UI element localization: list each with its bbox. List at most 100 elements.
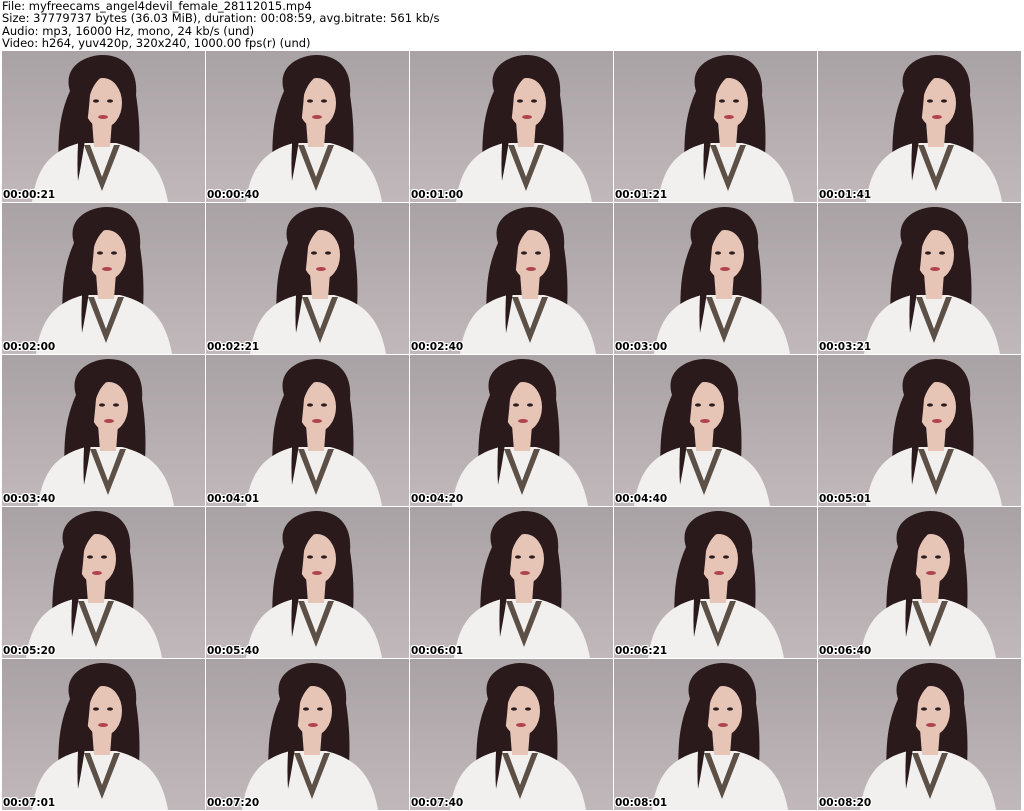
timestamp-label: 00:00:21 — [3, 189, 56, 201]
eye-shape — [107, 707, 113, 711]
lips-shape — [724, 115, 734, 119]
video-info-line: Video: h264, yuv420p, 320x240, 1000.00 f… — [2, 36, 311, 51]
timestamp-label: 00:06:01 — [411, 645, 464, 657]
lips-shape — [926, 723, 936, 727]
thumbnail[interactable]: 00:03:40 — [2, 355, 205, 506]
person-figure — [452, 359, 588, 506]
timestamp-label: 00:04:01 — [207, 493, 260, 505]
person-figure — [26, 511, 162, 658]
eye-shape — [695, 403, 701, 407]
lips-shape — [526, 267, 536, 271]
timestamp-label: 00:01:41 — [819, 189, 872, 201]
eye-shape — [87, 555, 93, 559]
thumbnail[interactable]: 00:01:21 — [614, 51, 817, 202]
lips-shape — [518, 419, 528, 423]
lips-shape — [718, 723, 728, 727]
thumbnail[interactable]: 00:01:41 — [818, 51, 1021, 202]
eye-shape — [941, 99, 947, 103]
thumbnail[interactable]: 00:04:20 — [410, 355, 613, 506]
thumbnail[interactable]: 00:03:00 — [614, 203, 817, 354]
timestamp-label: 00:07:40 — [411, 797, 464, 809]
eye-shape — [511, 707, 517, 711]
lips-shape — [316, 267, 326, 271]
lips-shape — [308, 723, 318, 727]
timestamp-label: 00:02:21 — [207, 341, 260, 353]
lips-shape — [720, 267, 730, 271]
eye-shape — [535, 251, 541, 255]
eye-shape — [99, 403, 105, 407]
timestamp-label: 00:01:21 — [615, 189, 668, 201]
eye-shape — [107, 99, 113, 103]
timestamp-label: 00:07:20 — [207, 797, 260, 809]
thumbnail[interactable]: 00:06:21 — [614, 507, 817, 658]
thumbnail[interactable]: 00:07:01 — [2, 659, 205, 810]
thumbnail[interactable]: 00:05:40 — [206, 507, 409, 658]
person-figure — [246, 55, 382, 202]
thumbnail[interactable]: 00:00:40 — [206, 51, 409, 202]
thumbnail[interactable]: 00:05:20 — [2, 507, 205, 658]
person-figure — [32, 663, 168, 810]
eye-shape — [317, 707, 323, 711]
lips-shape — [92, 571, 102, 575]
person-figure — [456, 55, 592, 202]
eye-shape — [921, 707, 927, 711]
eye-shape — [321, 403, 327, 407]
lips-shape — [98, 115, 108, 119]
thumbnail[interactable]: 00:08:01 — [614, 659, 817, 810]
lips-shape — [312, 419, 322, 423]
person-figure — [32, 55, 168, 202]
person-figure — [654, 207, 790, 354]
eye-shape — [709, 403, 715, 407]
timestamp-label: 00:08:20 — [819, 797, 872, 809]
thumbnail[interactable]: 00:08:20 — [818, 659, 1021, 810]
thumbnail[interactable]: 00:04:40 — [614, 355, 817, 506]
eye-shape — [935, 707, 941, 711]
timestamp-label: 00:04:40 — [615, 493, 668, 505]
eye-shape — [719, 99, 725, 103]
person-figure — [246, 359, 382, 506]
person-figure — [38, 359, 174, 506]
thumbnail[interactable]: 00:00:21 — [2, 51, 205, 202]
thumbnail[interactable]: 00:06:01 — [410, 507, 613, 658]
timestamp-label: 00:03:00 — [615, 341, 668, 353]
timestamp-label: 00:08:01 — [615, 797, 668, 809]
eye-shape — [715, 251, 721, 255]
timestamp-label: 00:04:20 — [411, 493, 464, 505]
eye-shape — [927, 99, 933, 103]
eye-shape — [307, 555, 313, 559]
thumbnail[interactable]: 00:02:21 — [206, 203, 409, 354]
eye-shape — [513, 403, 519, 407]
eye-shape — [517, 99, 523, 103]
timestamp-label: 00:01:00 — [411, 189, 464, 201]
eye-shape — [941, 403, 947, 407]
eye-shape — [935, 555, 941, 559]
lips-shape — [714, 571, 724, 575]
timestamp-label: 00:06:21 — [615, 645, 668, 657]
eye-shape — [515, 555, 521, 559]
eye-shape — [321, 555, 327, 559]
lips-shape — [516, 723, 526, 727]
eye-shape — [321, 99, 327, 103]
eye-shape — [113, 403, 119, 407]
thumbnail[interactable]: 00:01:00 — [410, 51, 613, 202]
lips-shape — [520, 571, 530, 575]
person-figure — [250, 207, 386, 354]
thumbnail[interactable]: 00:03:21 — [818, 203, 1021, 354]
eye-shape — [93, 99, 99, 103]
lips-shape — [522, 115, 532, 119]
eye-shape — [529, 555, 535, 559]
thumbnail[interactable]: 00:07:20 — [206, 659, 409, 810]
eye-shape — [93, 707, 99, 711]
timestamp-label: 00:05:01 — [819, 493, 872, 505]
person-figure — [866, 55, 1002, 202]
eye-shape — [311, 251, 317, 255]
timestamp-label: 00:02:40 — [411, 341, 464, 353]
person-figure — [860, 511, 996, 658]
thumbnail[interactable]: 00:04:01 — [206, 355, 409, 506]
thumbnail[interactable]: 00:02:00 — [2, 203, 205, 354]
thumbnail[interactable]: 00:06:40 — [818, 507, 1021, 658]
eye-shape — [307, 403, 313, 407]
thumbnail[interactable]: 00:07:40 — [410, 659, 613, 810]
thumbnail[interactable]: 00:02:40 — [410, 203, 613, 354]
thumbnail[interactable]: 00:05:01 — [818, 355, 1021, 506]
